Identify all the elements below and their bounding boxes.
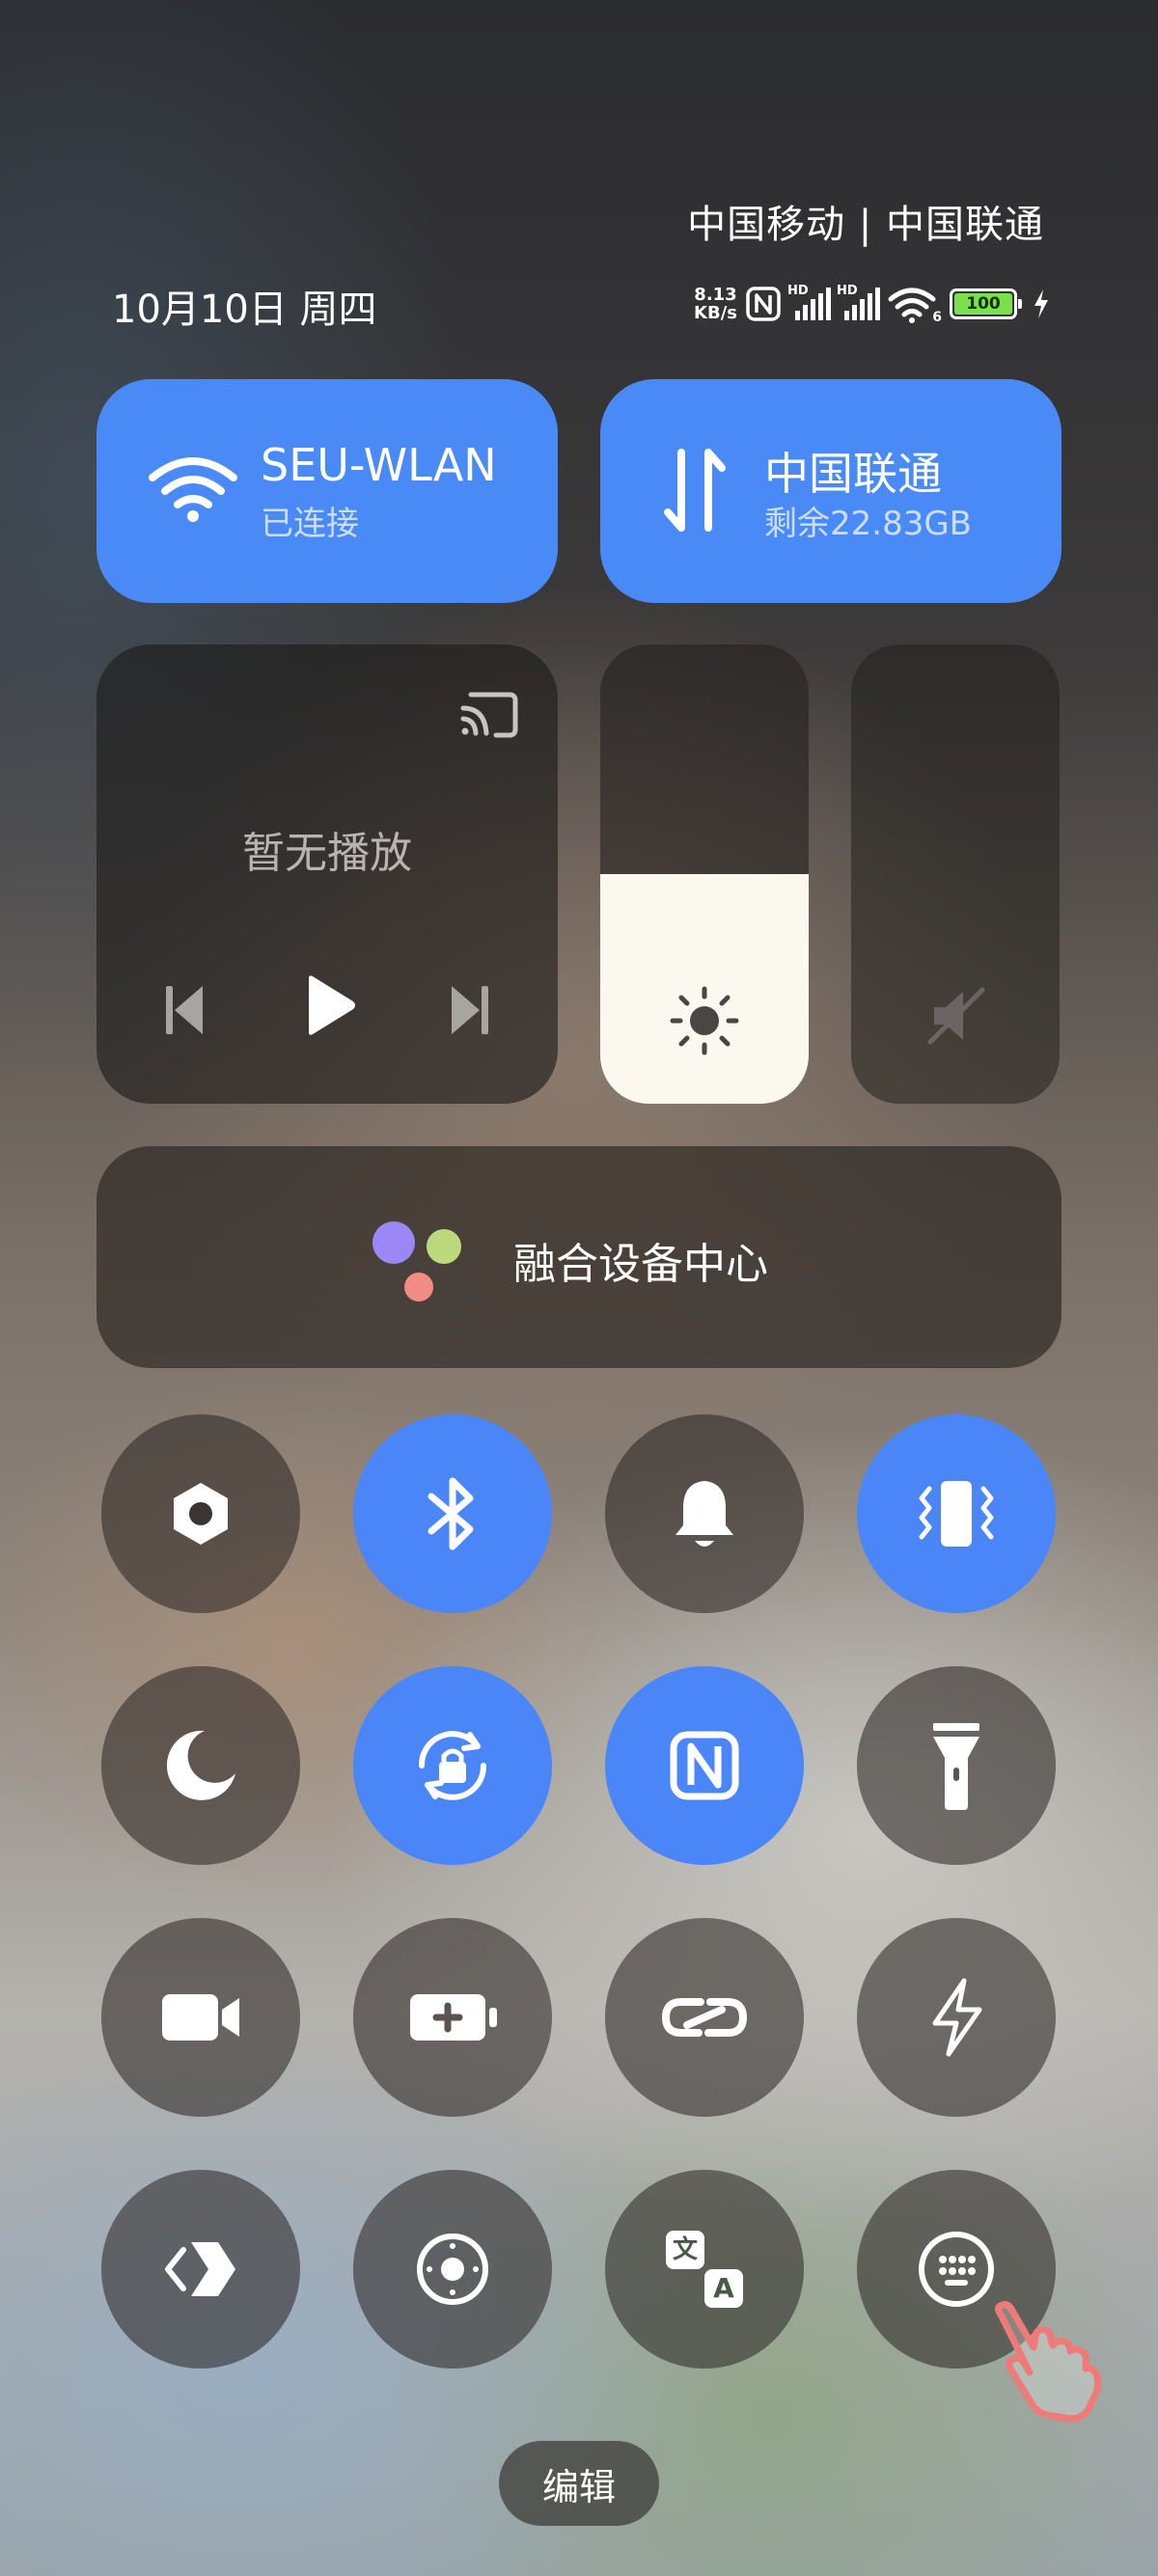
nfc-status-icon (746, 287, 781, 321)
edit-button[interactable]: 编辑 (499, 2441, 659, 2526)
cast-icon[interactable] (457, 687, 521, 741)
carrier-names: 中国移动 | 中国联通 (687, 203, 1044, 247)
media-player-tile[interactable]: 暂无播放 (96, 644, 558, 1104)
flashlight-icon (933, 1723, 979, 1810)
hd-badge: HD (837, 284, 858, 298)
translate-icon: 文 A (666, 2231, 743, 2308)
wifi-status: 已连接 (261, 505, 359, 543)
brightness-slider[interactable] (600, 644, 809, 1104)
next-track-icon[interactable] (448, 984, 490, 1036)
bluetooth-icon (427, 1477, 474, 1550)
wifi-name: SEU-WLAN (261, 439, 497, 491)
battery-icon: 100 (950, 288, 1022, 319)
carrier-name: 中国联通 (764, 448, 942, 500)
rotation-lock-icon (418, 1731, 487, 1800)
arrow-tag-icon (165, 2242, 235, 2296)
status-icons: 8.13 KB/s HD HD 6 100 (694, 282, 1050, 326)
link-toggle[interactable] (605, 1918, 804, 2117)
translate-toggle[interactable]: 文 A (605, 2170, 804, 2369)
target-toggle[interactable] (353, 2170, 552, 2369)
hexagon-settings-toggle[interactable] (101, 1414, 300, 1613)
mobile-data-tile[interactable]: 中国联通 剩余22.83GB (600, 379, 1062, 603)
pointer-hand-icon (994, 2301, 1102, 2423)
do-not-disturb-toggle[interactable] (101, 1666, 300, 1865)
translate-icon-bottom: A (704, 2269, 743, 2308)
nfc-toggle[interactable] (605, 1666, 804, 1865)
vibrate-icon (919, 1481, 994, 1547)
bluetooth-toggle[interactable] (353, 1414, 552, 1613)
play-icon[interactable] (305, 974, 357, 1036)
hd-badge: HD (787, 284, 809, 298)
nfc-icon (670, 1731, 739, 1800)
data-transfer-icon (664, 449, 726, 532)
date-text: 10月10日 周四 (112, 288, 377, 332)
network-speed-value: 8.13 (694, 285, 737, 305)
flash-toggle[interactable] (857, 1918, 1056, 2117)
media-status: 暂无播放 (242, 829, 412, 878)
ringtone-toggle[interactable] (605, 1414, 804, 1613)
cast-arrow-toggle[interactable] (101, 2170, 300, 2369)
network-speed: 8.13 KB/s (694, 286, 737, 322)
data-remaining: 剩余22.83GB (764, 505, 973, 543)
vibrate-toggle[interactable] (857, 1414, 1056, 1613)
wifi-tile[interactable]: SEU-WLAN 已连接 (96, 379, 558, 603)
wifi-status-icon: 6 (888, 285, 942, 325)
link-icon (661, 1998, 748, 2037)
battery-saver-toggle[interactable] (353, 1918, 552, 2117)
video-camera-icon (162, 1994, 239, 2041)
device-hub-label: 融合设备中心 (513, 1240, 768, 1289)
battery-level: 100 (954, 293, 1012, 315)
device-hub-icon (372, 1221, 461, 1302)
translate-icon-top: 文 (666, 2231, 704, 2269)
moon-icon (166, 1730, 235, 1800)
network-speed-unit: KB/s (694, 303, 737, 323)
rotation-lock-toggle[interactable] (353, 1666, 552, 1865)
charging-icon (1034, 289, 1048, 318)
volume-slider[interactable] (851, 644, 1060, 1104)
brightness-icon (670, 986, 739, 1055)
lightning-icon (932, 1978, 982, 2057)
battery-plus-icon (410, 1994, 497, 2041)
signal-icon-sim1: HD (787, 284, 831, 320)
device-hub-tile[interactable]: 融合设备中心 (96, 1146, 1062, 1368)
screen-record-toggle[interactable] (101, 1918, 300, 2117)
mute-icon (927, 987, 985, 1045)
hexagon-settings-icon (174, 1483, 228, 1545)
wifi-icon (149, 457, 237, 522)
bell-icon (676, 1481, 733, 1547)
flashlight-toggle[interactable] (857, 1666, 1056, 1865)
target-icon (417, 2233, 488, 2305)
signal-icon-sim2: HD (837, 284, 880, 320)
keyboard-icon (919, 2232, 994, 2307)
previous-track-icon[interactable] (164, 984, 207, 1036)
wifi-band: 6 (932, 310, 942, 325)
